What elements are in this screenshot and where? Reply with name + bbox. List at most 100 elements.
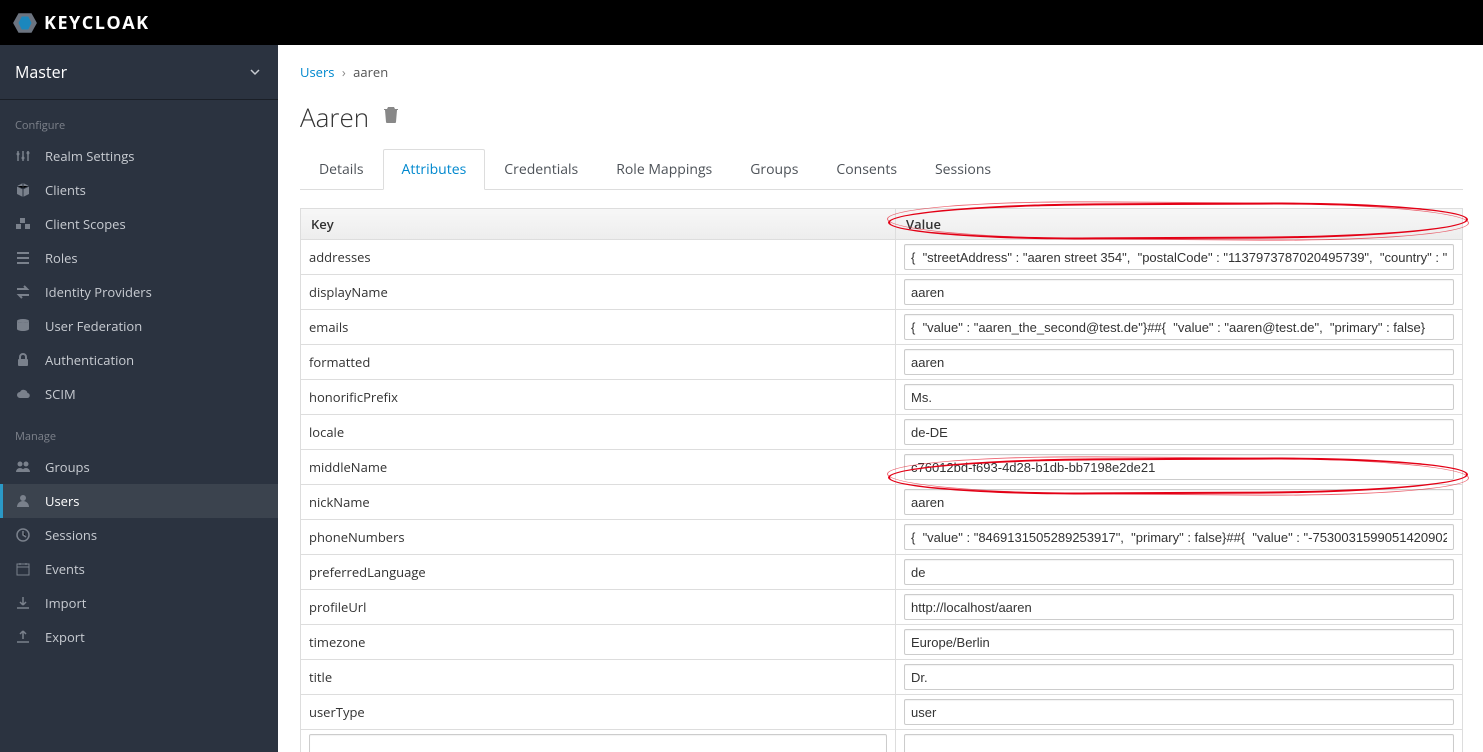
attr-key: title xyxy=(301,660,896,695)
attr-key: userType xyxy=(301,695,896,730)
attr-key: middleName xyxy=(301,450,896,485)
table-row: displayName xyxy=(301,275,1463,310)
exchange-icon xyxy=(15,284,31,300)
sidebar-item-label: SCIM xyxy=(45,385,76,403)
sidebar-item-label: Authentication xyxy=(45,351,134,369)
attr-key: displayName xyxy=(301,275,896,310)
attr-value-input[interactable] xyxy=(904,384,1454,410)
sidebar-item-import[interactable]: Import xyxy=(0,586,278,620)
sidebar-item-clients[interactable]: Clients xyxy=(0,173,278,207)
attr-value-input[interactable] xyxy=(904,314,1454,340)
th-key: Key xyxy=(301,209,896,240)
attr-value-cell xyxy=(896,275,1463,310)
page-title-text: Aaren xyxy=(300,99,369,135)
sidebar-item-roles[interactable]: Roles xyxy=(0,241,278,275)
attr-value-cell xyxy=(896,660,1463,695)
sidebar: Master Configure Realm SettingsClientsCl… xyxy=(0,45,278,752)
attr-value-input[interactable] xyxy=(904,594,1454,620)
th-value: Value xyxy=(896,209,1463,240)
attr-value-cell xyxy=(896,380,1463,415)
table-row: formatted xyxy=(301,345,1463,380)
sidebar-item-authentication[interactable]: Authentication xyxy=(0,343,278,377)
sidebar-item-label: Users xyxy=(45,492,79,510)
tab-details[interactable]: Details xyxy=(300,149,383,190)
table-row: middleName xyxy=(301,450,1463,485)
sidebar-item-label: Realm Settings xyxy=(45,147,134,165)
attr-value-input[interactable] xyxy=(904,559,1454,585)
sidebar-item-scim[interactable]: SCIM xyxy=(0,377,278,411)
table-row: preferredLanguage xyxy=(301,555,1463,590)
topbar: KEYCLOAK xyxy=(0,0,1483,45)
keycloak-logo-icon xyxy=(12,10,38,36)
table-row: addresses xyxy=(301,240,1463,275)
sidebar-item-users[interactable]: Users xyxy=(0,484,278,518)
attr-value-input[interactable] xyxy=(904,699,1454,725)
chevron-down-icon xyxy=(250,64,260,81)
cubes-icon xyxy=(15,216,31,232)
attr-value-input[interactable] xyxy=(904,489,1454,515)
attr-key: profileUrl xyxy=(301,590,896,625)
calendar-icon xyxy=(15,561,31,577)
sidebar-item-label: Client Scopes xyxy=(45,215,126,233)
tab-credentials[interactable]: Credentials xyxy=(485,149,597,190)
sidebar-item-groups[interactable]: Groups xyxy=(0,450,278,484)
attr-value-cell xyxy=(896,310,1463,345)
attr-value-input[interactable] xyxy=(904,629,1454,655)
breadcrumb-parent[interactable]: Users xyxy=(300,63,334,81)
sidebar-item-user-federation[interactable]: User Federation xyxy=(0,309,278,343)
sidebar-item-identity-providers[interactable]: Identity Providers xyxy=(0,275,278,309)
attr-key: preferredLanguage xyxy=(301,555,896,590)
sidebar-item-label: Export xyxy=(45,628,85,646)
table-row: title xyxy=(301,660,1463,695)
sidebar-item-client-scopes[interactable]: Client Scopes xyxy=(0,207,278,241)
tab-role-mappings[interactable]: Role Mappings xyxy=(597,149,731,190)
sidebar-item-label: Groups xyxy=(45,458,90,476)
tab-sessions[interactable]: Sessions xyxy=(916,149,1010,190)
cube-icon xyxy=(15,182,31,198)
attr-value-input[interactable] xyxy=(904,524,1454,550)
attr-key: addresses xyxy=(301,240,896,275)
attr-value-input[interactable] xyxy=(904,279,1454,305)
section-manage: Manage xyxy=(0,411,278,450)
sidebar-item-label: Identity Providers xyxy=(45,283,152,301)
table-row: locale xyxy=(301,415,1463,450)
breadcrumb-separator: › xyxy=(342,63,346,81)
attr-value-cell xyxy=(896,520,1463,555)
table-row-empty xyxy=(301,730,1463,752)
tab-groups[interactable]: Groups xyxy=(731,149,817,190)
table-row: emails xyxy=(301,310,1463,345)
attr-value-input[interactable] xyxy=(904,454,1454,480)
sidebar-item-events[interactable]: Events xyxy=(0,552,278,586)
attr-value-cell xyxy=(896,485,1463,520)
attr-value-input[interactable] xyxy=(904,244,1454,270)
sidebar-item-export[interactable]: Export xyxy=(0,620,278,654)
new-value-input[interactable] xyxy=(904,734,1454,752)
list-icon xyxy=(15,250,31,266)
realm-selector[interactable]: Master xyxy=(0,45,278,100)
sidebar-item-realm-settings[interactable]: Realm Settings xyxy=(0,139,278,173)
attr-value-cell xyxy=(896,625,1463,660)
attr-value-input[interactable] xyxy=(904,664,1454,690)
trash-icon[interactable] xyxy=(383,105,399,129)
new-key-input[interactable] xyxy=(309,734,887,752)
attr-value-cell xyxy=(896,415,1463,450)
attr-value-cell xyxy=(896,240,1463,275)
tabs: DetailsAttributesCredentialsRole Mapping… xyxy=(300,149,1463,190)
user-icon xyxy=(15,493,31,509)
sidebar-item-sessions[interactable]: Sessions xyxy=(0,518,278,552)
export-icon xyxy=(15,629,31,645)
sliders-icon xyxy=(15,148,31,164)
tab-attributes[interactable]: Attributes xyxy=(383,149,486,190)
table-row: profileUrl xyxy=(301,590,1463,625)
product-name: KEYCLOAK xyxy=(44,11,150,35)
attr-key: phoneNumbers xyxy=(301,520,896,555)
clock-icon xyxy=(15,527,31,543)
logo[interactable]: KEYCLOAK xyxy=(12,10,150,36)
attr-value-input[interactable] xyxy=(904,349,1454,375)
attr-value-cell xyxy=(896,695,1463,730)
attr-value-cell xyxy=(896,590,1463,625)
attr-key: formatted xyxy=(301,345,896,380)
tab-consents[interactable]: Consents xyxy=(817,149,916,190)
sidebar-item-label: Sessions xyxy=(45,526,97,544)
attr-value-input[interactable] xyxy=(904,419,1454,445)
